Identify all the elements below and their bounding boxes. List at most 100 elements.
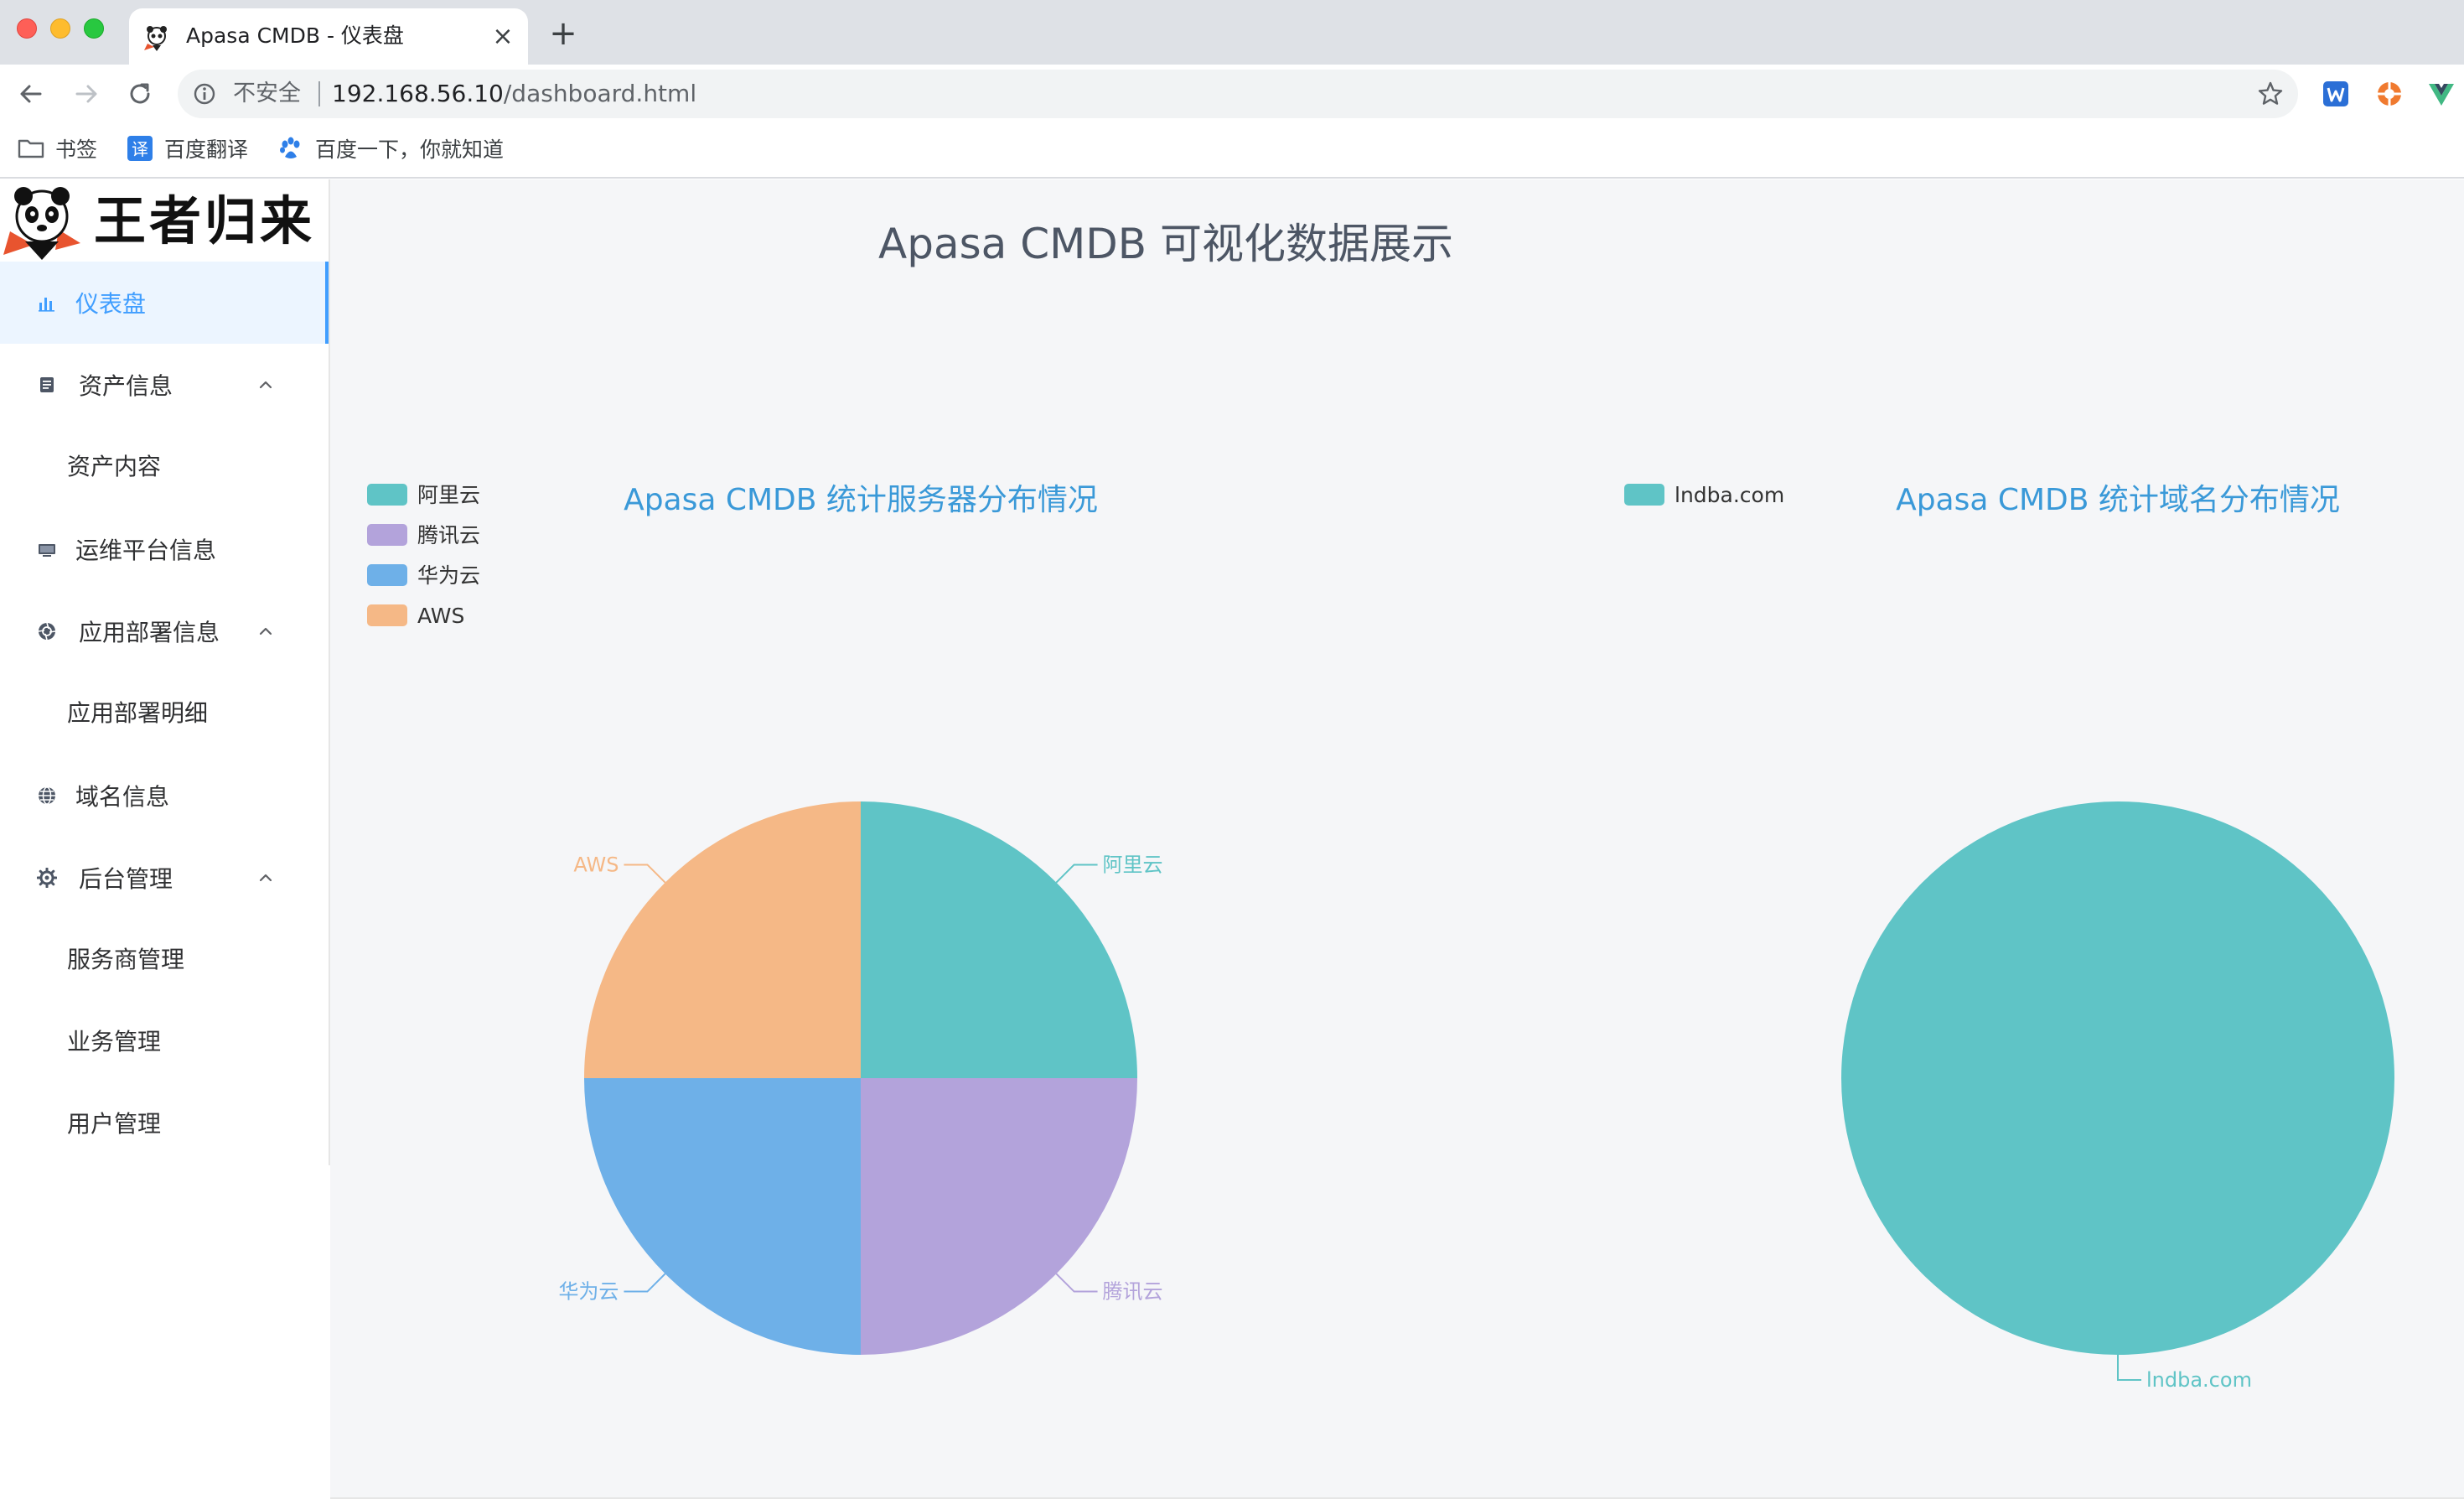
legend-swatch[interactable] [367, 564, 407, 586]
monitor-icon [39, 544, 55, 557]
bookmark-item[interactable]: 译 百度翻译 [126, 132, 248, 165]
minimize-window-button[interactable] [50, 18, 70, 39]
chevron-up-icon[interactable] [256, 869, 275, 887]
back-arrow-icon[interactable] [13, 76, 49, 112]
pie-slice[interactable] [584, 801, 861, 1078]
url-host: 192.168.56.10 [332, 80, 504, 107]
w-extension-icon[interactable] [2322, 80, 2350, 108]
security-label: 不安全 [233, 80, 301, 106]
bookmark-item[interactable]: 书签 [17, 132, 97, 165]
sidebar-subitem-asset-content[interactable]: 资产内容 [0, 426, 329, 508]
chevron-up-icon[interactable] [256, 622, 275, 641]
slice-label: lndba.com [2146, 1368, 2252, 1392]
label-leader-line [624, 1273, 666, 1293]
sidebar-item-label: 业务管理 [67, 1028, 162, 1056]
maximize-window-button[interactable] [84, 18, 104, 39]
aperture-icon [38, 622, 56, 641]
vue-extension-icon[interactable] [2427, 80, 2456, 108]
gear-icon [37, 868, 57, 888]
browser-toolbar: 不安全 192.168.56.10/dashboard.html [0, 65, 2464, 123]
bookmark-item[interactable]: 百度一下，你就知道 [277, 132, 504, 165]
svg-text:译: 译 [132, 139, 148, 159]
tab-title: Apasa CMDB - 仪表盘 [186, 23, 404, 48]
browser-tab[interactable]: Apasa CMDB - 仪表盘 × [129, 8, 528, 65]
server-distribution-chart: Apasa CMDB 统计服务器分布情况 阿里云 腾讯云 华为云 AWS 阿里云 腾讯云 华为… [330, 179, 1252, 1487]
legend-swatch[interactable] [367, 484, 407, 506]
slice-label: AWS [573, 853, 619, 876]
close-window-button[interactable] [17, 18, 37, 39]
sidebar-item-label: 运维平台信息 [75, 537, 217, 564]
document-icon [40, 377, 54, 392]
bookmark-label: 百度翻译 [164, 137, 249, 162]
pie-slice[interactable] [861, 801, 1137, 1078]
server-pie-svg: Apasa CMDB 统计服务器分布情况阿里云腾讯云华为云AWS阿里云腾讯云华为… [367, 483, 1163, 1355]
sidebar-subitem-user-mgmt[interactable]: 用户管理 [0, 1083, 329, 1165]
chart-title: Apasa CMDB 统计服务器分布情况 [624, 483, 1098, 517]
baidu-paw-icon [280, 137, 300, 158]
address-bar[interactable]: 不安全 192.168.56.10/dashboard.html [178, 70, 2298, 118]
panda-favicon-icon [144, 26, 167, 51]
pie-slice[interactable] [1841, 801, 2394, 1355]
label-leader-line [624, 864, 666, 884]
tab-strip: Apasa CMDB - 仪表盘 × + [0, 0, 2464, 65]
sidebar-item-label: 应用部署信息 [79, 619, 220, 646]
info-icon[interactable] [191, 80, 218, 107]
legend-swatch[interactable] [1624, 484, 1664, 506]
legend-label[interactable]: lndba.com [1675, 483, 1784, 507]
reload-icon[interactable] [122, 76, 158, 112]
bookmark-label: 书签 [55, 137, 98, 162]
sidebar-item-label: 用户管理 [67, 1110, 162, 1138]
sidebar-subitem-provider-mgmt[interactable]: 服务商管理 [0, 919, 329, 1001]
globe-icon [39, 786, 55, 805]
slice-label: 华为云 [558, 1280, 619, 1304]
label-leader-line [1055, 1273, 1098, 1293]
bookmark-label: 百度一下，你就知道 [315, 137, 505, 162]
label-leader-line [1055, 864, 1098, 884]
sidebar-subitem-app-deploy-detail[interactable]: 应用部署明细 [0, 672, 329, 755]
sidebar-item-ops-platform[interactable]: 运维平台信息 [0, 508, 329, 590]
sidebar-item-domains[interactable]: 域名信息 [0, 755, 329, 837]
folder-icon [18, 139, 44, 158]
chevron-up-icon[interactable] [256, 376, 275, 394]
sidebar-item-app-deploy[interactable]: 应用部署信息 [0, 590, 329, 672]
sidebar-item-label: 服务商管理 [67, 946, 185, 973]
legend-swatch[interactable] [367, 524, 407, 546]
translate-icon: 译 [127, 136, 153, 161]
domain-pie-svg: Apasa CMDB 统计域名分布情况 lndba.com lndba.com [1624, 483, 2394, 1392]
sidebar-item-label: 域名信息 [75, 783, 170, 811]
slice-label: 腾讯云 [1103, 1280, 1163, 1304]
legend-swatch[interactable] [367, 604, 407, 626]
app-root: 王者归来 仪表盘 资产信息 资产内容 运维平台信息 应用部署信息 应用部署明细 … [0, 179, 2464, 1499]
orange-extension-icon[interactable] [2375, 80, 2404, 108]
url-path: /dashboard.html [503, 80, 697, 107]
bookmark-star-icon[interactable] [2256, 80, 2285, 108]
legend-label[interactable]: 华为云 [417, 563, 480, 588]
bar-chart-icon [39, 298, 54, 312]
slice-label: 阿里云 [1103, 853, 1163, 876]
sidebar-item-label: 资产信息 [79, 372, 173, 400]
domain-distribution-chart: Apasa CMDB 统计域名分布情况 lndba.com lndba.com [1587, 179, 2464, 1487]
forward-arrow-icon[interactable] [69, 76, 104, 112]
sidebar-item-label: 应用部署明细 [67, 699, 209, 727]
bookmarks-bar: 书签 译 百度翻译 百度一下，你就知道 [0, 123, 2464, 179]
pie-slice[interactable] [584, 1078, 861, 1355]
legend-label[interactable]: 阿里云 [417, 483, 480, 507]
sidebar: 王者归来 仪表盘 资产信息 资产内容 运维平台信息 应用部署信息 应用部署明细 … [0, 179, 329, 1499]
browser-chrome: Apasa CMDB - 仪表盘 × + 不安全 192.168.56.10/d… [0, 0, 2464, 179]
chart-title: Apasa CMDB 统计域名分布情况 [1896, 483, 2340, 517]
sidebar-item-label: 后台管理 [79, 865, 173, 893]
sidebar-item-label: 仪表盘 [75, 290, 147, 318]
legend-label[interactable]: AWS [417, 604, 464, 628]
new-tab-button[interactable]: + [548, 17, 578, 50]
sidebar-item-assets[interactable]: 资产信息 [0, 344, 329, 426]
pie-slice[interactable] [861, 1078, 1137, 1355]
sidebar-item-dashboard[interactable]: 仪表盘 [0, 262, 329, 344]
sidebar-subitem-business-mgmt[interactable]: 业务管理 [0, 1001, 329, 1083]
url-text[interactable]: 192.168.56.10/dashboard.html [332, 78, 696, 110]
tab-close-icon[interactable]: × [489, 23, 516, 50]
sidebar-item-label: 资产内容 [67, 453, 162, 480]
address-separator [318, 81, 320, 106]
sidebar-item-admin[interactable]: 后台管理 [0, 837, 329, 919]
label-leader-line [2117, 1355, 2141, 1381]
legend-label[interactable]: 腾讯云 [417, 523, 480, 547]
